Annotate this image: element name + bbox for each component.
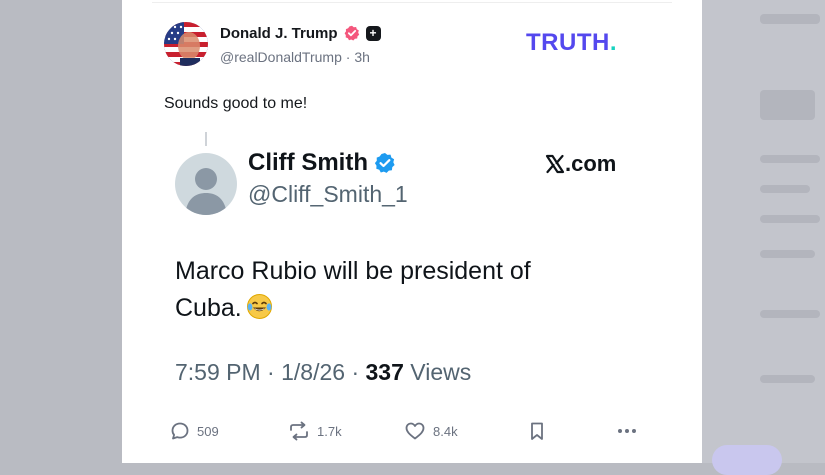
x-logo-icon <box>545 154 565 174</box>
background-button <box>712 445 782 475</box>
meta-separator: · <box>345 49 351 65</box>
verified-blue-icon <box>374 152 396 174</box>
tears-of-joy-emoji-icon <box>246 293 273 320</box>
embedded-name: Cliff Smith <box>248 149 368 176</box>
background-blur <box>760 90 815 120</box>
views-count: 337 <box>365 359 404 385</box>
post-card: Donald J. Trump + @realDonaldTrump · 3h … <box>122 0 702 463</box>
background-blur <box>760 250 815 258</box>
x-com-label: .com <box>545 151 616 177</box>
author-name[interactable]: Donald J. Trump <box>220 25 338 42</box>
background-blur <box>760 215 820 223</box>
more-options-button[interactable] <box>616 421 638 441</box>
views-label: Views <box>403 359 472 385</box>
background-blur <box>760 375 815 383</box>
embedded-text: Marco Rubio will be president of Cuba. <box>175 253 595 327</box>
reply-button[interactable]: 509 <box>170 421 219 441</box>
meta-dot: · <box>345 359 366 385</box>
logo-dot: . <box>609 29 617 56</box>
embedded-name-row: Cliff Smith <box>248 149 396 177</box>
embedded-handle: @Cliff_Smith_1 <box>248 181 408 207</box>
retruth-count: 1.7k <box>317 423 342 439</box>
logo-text: TRUTH <box>526 29 610 56</box>
divider <box>152 2 672 3</box>
bookmark-button[interactable] <box>528 421 546 441</box>
truth-logo: TRUTH. <box>526 29 617 57</box>
avatar-image <box>164 22 208 66</box>
author-avatar[interactable] <box>164 22 208 66</box>
post-age[interactable]: 3h <box>354 49 370 65</box>
like-button[interactable]: 8.4k <box>404 421 458 441</box>
embedded-time: 7:59 PM <box>175 359 261 385</box>
site-domain: .com <box>565 151 617 176</box>
post-text: Sounds good to me! <box>164 95 308 112</box>
heart-icon <box>404 421 426 441</box>
meta-dot: · <box>260 359 282 385</box>
background-blur <box>760 155 820 163</box>
like-count: 8.4k <box>433 423 458 439</box>
action-bar: 509 1.7k 8.4k <box>168 421 648 445</box>
background-blur <box>760 310 820 318</box>
background-blur <box>760 185 810 193</box>
embedded-meta: 7:59 PM · 1/8/26 · 337 Views <box>175 359 471 386</box>
verified-badge-icon <box>344 25 360 41</box>
plus-badge-icon: + <box>365 25 381 41</box>
author-name-row: Donald J. Trump + <box>220 23 381 43</box>
default-avatar-icon <box>185 168 227 215</box>
background-blur <box>760 14 820 24</box>
retruth-button[interactable]: 1.7k <box>288 421 342 441</box>
embedded-date: 1/8/26 <box>281 359 346 385</box>
embedded-avatar <box>175 153 237 215</box>
bookmark-icon <box>528 421 546 441</box>
thread-line <box>205 132 207 146</box>
reply-icon <box>170 421 190 441</box>
author-handle[interactable]: @realDonaldTrump <box>220 49 342 65</box>
background-right-panel <box>702 0 825 463</box>
retruth-icon <box>288 421 310 441</box>
reply-count: 509 <box>197 423 219 439</box>
author-handle-row: @realDonaldTrump · 3h <box>220 49 370 65</box>
embedded-text-content: Marco Rubio will be president of Cuba. <box>175 257 531 322</box>
ellipsis-icon <box>616 421 638 441</box>
